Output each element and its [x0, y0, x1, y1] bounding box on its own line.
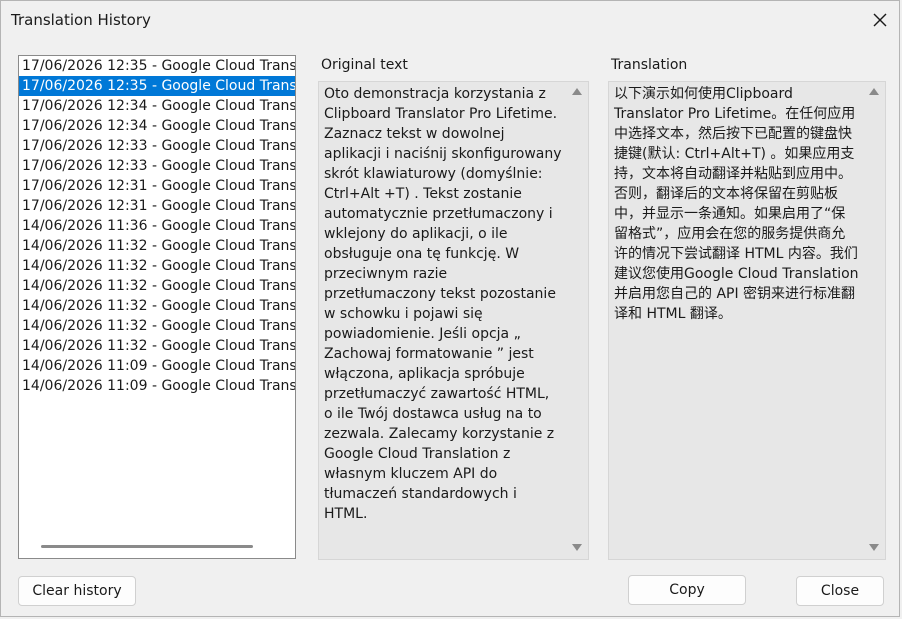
window-title: Translation History	[11, 11, 151, 29]
scroll-up-arrow-icon[interactable]	[869, 88, 879, 95]
history-list-item[interactable]: 14/06/2026 11:32 - Google Cloud Translat	[19, 336, 295, 356]
scroll-down-arrow-icon[interactable]	[869, 544, 879, 551]
clear-history-button[interactable]: Clear history	[18, 576, 136, 606]
title-bar: Translation History	[1, 1, 901, 39]
scroll-up-arrow-icon[interactable]	[572, 88, 582, 95]
history-list-item[interactable]: 17/06/2026 12:31 - Google Cloud Translat	[19, 196, 295, 216]
history-list-item[interactable]: 14/06/2026 11:09 - Google Cloud Translat	[19, 356, 295, 376]
scroll-down-arrow-icon[interactable]	[572, 544, 582, 551]
history-list-item[interactable]: 17/06/2026 12:33 - Google Cloud Translat	[19, 136, 295, 156]
translation-scrollbar[interactable]	[863, 82, 885, 559]
history-list-item[interactable]: 17/06/2026 12:31 - Google Cloud Translat	[19, 176, 295, 196]
translation-pane[interactable]: 以下演示如何使用Clipboard Translator Pro Lifetim…	[608, 81, 886, 560]
history-list-item[interactable]: 17/06/2026 12:34 - Google Cloud Translat	[19, 116, 295, 136]
horizontal-scrollbar-thumb[interactable]	[41, 545, 253, 548]
original-text-content: Oto demonstracja korzystania z Clipboard…	[324, 86, 566, 522]
original-text-scrollbar[interactable]	[566, 82, 588, 559]
copy-button[interactable]: Copy	[628, 575, 746, 605]
history-list-item[interactable]: 17/06/2026 12:33 - Google Cloud Translat	[19, 156, 295, 176]
history-list-item[interactable]: 14/06/2026 11:09 - Google Cloud Translat	[19, 376, 295, 396]
translation-history-window: Translation History 17/06/2026 12:35 - G…	[0, 0, 900, 617]
translation-content: 以下演示如何使用Clipboard Translator Pro Lifetim…	[614, 86, 859, 322]
close-window-button[interactable]	[869, 9, 891, 31]
translation-label: Translation	[611, 57, 688, 73]
history-list-item[interactable]: 17/06/2026 12:35 - Google Cloud Translat	[19, 76, 295, 96]
history-list-item[interactable]: 17/06/2026 12:34 - Google Cloud Translat	[19, 96, 295, 116]
original-text-pane[interactable]: Oto demonstracja korzystania z Clipboard…	[318, 81, 589, 560]
history-list-item[interactable]: 14/06/2026 11:36 - Google Cloud Translat	[19, 216, 295, 236]
close-button[interactable]: Close	[796, 576, 884, 606]
history-list: 17/06/2026 12:35 - Google Cloud Translat…	[19, 56, 295, 396]
history-list-item[interactable]: 14/06/2026 11:32 - Google Cloud Translat	[19, 256, 295, 276]
history-list-item[interactable]: 14/06/2026 11:32 - Google Cloud Translat	[19, 316, 295, 336]
history-list-box[interactable]: 17/06/2026 12:35 - Google Cloud Translat…	[18, 55, 296, 559]
history-list-item[interactable]: 17/06/2026 12:35 - Google Cloud Translat	[19, 56, 295, 76]
history-list-item[interactable]: 14/06/2026 11:32 - Google Cloud Translat	[19, 236, 295, 256]
history-list-item[interactable]: 14/06/2026 11:32 - Google Cloud Translat	[19, 276, 295, 296]
history-list-item[interactable]: 14/06/2026 11:32 - Google Cloud Translat	[19, 296, 295, 316]
original-text-label: Original text	[321, 57, 408, 73]
close-icon	[873, 13, 887, 27]
